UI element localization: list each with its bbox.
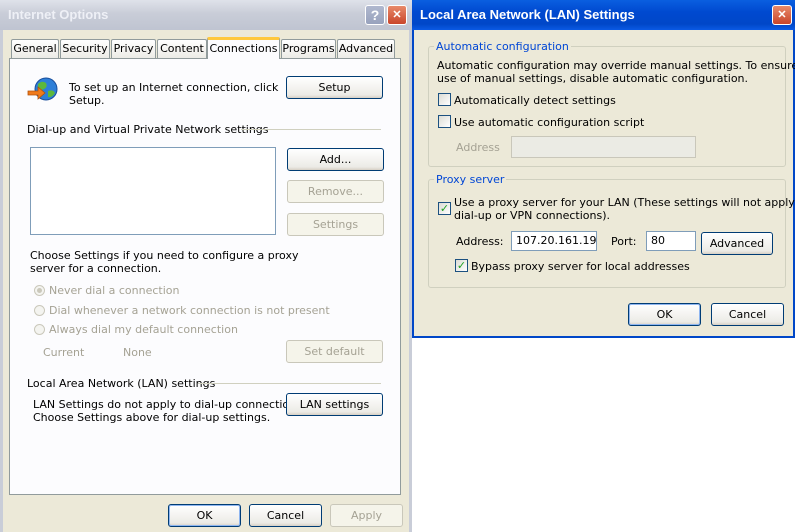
lan-settings-button[interactable]: LAN settings <box>286 393 383 416</box>
script-address-input <box>511 136 696 158</box>
lan-text-2: Choose Settings above for dial-up settin… <box>33 411 271 424</box>
current-value: None <box>123 346 152 359</box>
connections-listbox[interactable] <box>30 147 276 235</box>
radio-never-dial <box>34 285 45 296</box>
radio-never-label: Never dial a connection <box>49 284 180 297</box>
setup-text-1: To set up an Internet connection, click <box>69 81 279 94</box>
proxy-port-label: Port: <box>611 235 637 248</box>
lan-divider <box>198 383 381 384</box>
set-default-button: Set default <box>286 340 383 363</box>
proxy-address-label: Address: <box>456 235 504 248</box>
ok-button[interactable]: OK <box>168 504 241 527</box>
auto-detect-label: Automatically detect settings <box>454 94 616 107</box>
tab-content[interactable]: Content <box>157 39 207 58</box>
radio-whenever-label: Dial whenever a network connection is no… <box>49 304 330 317</box>
settings-button: Settings <box>287 213 384 236</box>
radio-dial-whenever <box>34 305 45 316</box>
dialup-header: Dial-up and Virtual Private Network sett… <box>27 123 269 136</box>
radio-always-dial <box>34 324 45 335</box>
tab-privacy[interactable]: Privacy <box>111 39 156 58</box>
proxy-address-input[interactable]: 107.20.161.197 <box>511 231 597 251</box>
auto-config-legend: Automatic configuration <box>434 40 571 53</box>
use-proxy-label-2: dial-up or VPN connections). <box>454 209 611 222</box>
radio-always-label: Always dial my default connection <box>49 323 238 336</box>
setup-button[interactable]: Setup <box>286 76 383 99</box>
help-icon[interactable]: ? <box>365 5 385 25</box>
proxy-hint-1: Choose Settings if you need to configure… <box>30 249 299 262</box>
lan-header: Local Area Network (LAN) settings <box>27 377 216 390</box>
auto-detect-checkbox[interactable] <box>438 93 451 106</box>
globe-with-arrow-icon <box>27 77 58 101</box>
auto-config-desc-1: Automatic configuration may override man… <box>437 59 795 72</box>
tab-programs[interactable]: Programs <box>281 39 336 58</box>
tab-connections[interactable]: Connections <box>207 37 280 59</box>
internet-options-titlebar[interactable]: Internet Options ? ✕ <box>0 0 412 30</box>
tab-general[interactable]: General <box>11 39 59 58</box>
remove-button: Remove... <box>287 180 384 203</box>
cancel-button[interactable]: Cancel <box>249 504 322 527</box>
tab-advanced[interactable]: Advanced <box>337 39 395 58</box>
lan-text-1: LAN Settings do not apply to dial-up con… <box>33 398 306 411</box>
bypass-local-label: Bypass proxy server for local addresses <box>471 260 690 273</box>
setup-text-2: Setup. <box>69 94 105 107</box>
lan-window-title: Local Area Network (LAN) Settings <box>420 7 635 22</box>
close-icon[interactable]: ✕ <box>387 5 407 25</box>
advanced-button[interactable]: Advanced <box>701 232 773 255</box>
script-address-label: Address <box>456 141 500 154</box>
proxy-server-legend: Proxy server <box>434 173 507 186</box>
window-title: Internet Options <box>8 7 109 22</box>
auto-script-checkbox[interactable] <box>438 115 451 128</box>
use-proxy-label-1: Use a proxy server for your LAN (These s… <box>454 196 795 209</box>
proxy-port-input[interactable]: 80 <box>646 231 696 251</box>
internet-options-window: Internet Options ? ✕ General Security Pr… <box>0 0 412 532</box>
lan-cancel-button[interactable]: Cancel <box>711 303 784 326</box>
proxy-hint-2: server for a connection. <box>30 262 162 275</box>
current-label: Current <box>43 346 85 359</box>
bypass-local-checkbox[interactable]: ✓ <box>455 259 468 272</box>
auto-config-desc-2: use of manual settings, disable automati… <box>437 72 749 85</box>
lan-settings-titlebar[interactable]: Local Area Network (LAN) Settings ✕ <box>412 0 795 30</box>
lan-close-icon[interactable]: ✕ <box>772 5 792 25</box>
apply-button: Apply <box>330 504 403 527</box>
auto-script-label: Use automatic configuration script <box>454 116 645 129</box>
lan-settings-window: Local Area Network (LAN) Settings ✕ Auto… <box>412 0 795 338</box>
tab-security[interactable]: Security <box>60 39 110 58</box>
add-button[interactable]: Add... <box>287 148 384 171</box>
lan-ok-button[interactable]: OK <box>628 303 701 326</box>
dialup-divider <box>241 129 381 130</box>
use-proxy-checkbox[interactable]: ✓ <box>438 202 451 215</box>
